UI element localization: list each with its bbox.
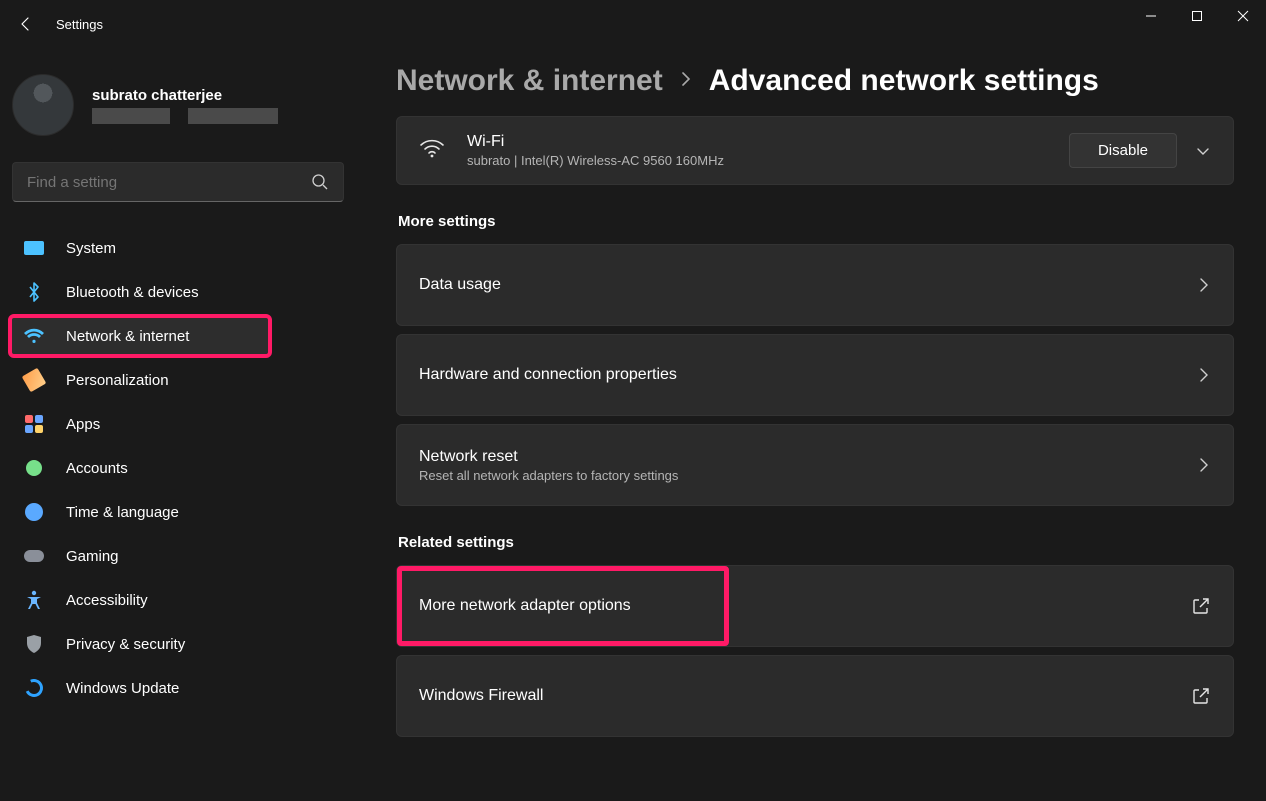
sidebar-item-bluetooth[interactable]: Bluetooth & devices: [10, 272, 350, 312]
avatar: [12, 74, 74, 136]
sidebar-item-windows-update[interactable]: Windows Update: [10, 668, 350, 708]
sidebar-item-network[interactable]: Network & internet: [10, 316, 270, 356]
back-button[interactable]: [18, 16, 34, 32]
sidebar-item-label: System: [66, 240, 116, 257]
sidebar-item-label: Personalization: [66, 372, 169, 389]
chevron-right-icon: [1197, 458, 1211, 472]
search-input[interactable]: [12, 162, 344, 202]
sidebar: subrato chatterjee System Bluetooth & de…: [0, 48, 360, 801]
row-title: Windows Firewall: [419, 687, 543, 705]
shield-icon: [24, 634, 44, 654]
sidebar-item-accessibility[interactable]: Accessibility: [10, 580, 350, 620]
bluetooth-icon: [24, 282, 44, 302]
sidebar-item-gaming[interactable]: Gaming: [10, 536, 350, 576]
sidebar-item-personalization[interactable]: Personalization: [10, 360, 350, 400]
profile-block[interactable]: subrato chatterjee: [10, 74, 350, 136]
page-title: Advanced network settings: [709, 64, 1099, 98]
gaming-icon: [24, 546, 44, 566]
row-network-reset[interactable]: Network reset Reset all network adapters…: [396, 424, 1234, 506]
row-title: More network adapter options: [419, 597, 631, 615]
sidebar-item-label: Accounts: [66, 460, 128, 477]
maximize-button[interactable]: [1174, 0, 1220, 32]
sidebar-item-label: Time & language: [66, 504, 179, 521]
profile-name: subrato chatterjee: [92, 87, 278, 104]
disable-button[interactable]: Disable: [1069, 133, 1177, 168]
sidebar-item-label: Bluetooth & devices: [66, 284, 199, 301]
titlebar: Settings: [0, 0, 1266, 48]
external-link-icon: [1191, 596, 1211, 616]
main-content: Network & internet Advanced network sett…: [396, 64, 1234, 801]
system-icon: [24, 238, 44, 258]
breadcrumb-parent[interactable]: Network & internet: [396, 64, 663, 98]
minimize-button[interactable]: [1128, 0, 1174, 32]
sidebar-item-label: Apps: [66, 416, 100, 433]
accounts-icon: [24, 458, 44, 478]
sidebar-item-label: Windows Update: [66, 680, 179, 697]
wifi-title: Wi-Fi: [467, 133, 724, 151]
sidebar-item-label: Network & internet: [66, 328, 189, 345]
personalization-icon: [24, 370, 44, 390]
breadcrumb: Network & internet Advanced network sett…: [396, 64, 1234, 98]
chevron-right-icon: [679, 72, 693, 91]
related-settings-header: Related settings: [398, 534, 1234, 551]
sidebar-item-accounts[interactable]: Accounts: [10, 448, 350, 488]
row-subtitle: Reset all network adapters to factory se…: [419, 468, 678, 483]
window-controls: [1128, 0, 1266, 32]
chevron-right-icon: [1197, 278, 1211, 292]
chevron-down-icon[interactable]: [1195, 143, 1211, 159]
sidebar-nav: System Bluetooth & devices Network & int…: [10, 228, 350, 708]
sidebar-item-label: Gaming: [66, 548, 119, 565]
sidebar-item-apps[interactable]: Apps: [10, 404, 350, 444]
clock-icon: [24, 502, 44, 522]
sidebar-item-time-language[interactable]: Time & language: [10, 492, 350, 532]
more-settings-header: More settings: [398, 213, 1234, 230]
accessibility-icon: [24, 590, 44, 610]
row-title: Data usage: [419, 276, 501, 294]
wifi-detail: subrato | Intel(R) Wireless-AC 9560 160M…: [467, 153, 724, 168]
close-button[interactable]: [1220, 0, 1266, 32]
row-title: Network reset: [419, 448, 678, 466]
sidebar-item-privacy[interactable]: Privacy & security: [10, 624, 350, 664]
row-title: Hardware and connection properties: [419, 366, 677, 384]
wifi-icon: [24, 326, 44, 346]
row-data-usage[interactable]: Data usage: [396, 244, 1234, 326]
row-hardware-properties[interactable]: Hardware and connection properties: [396, 334, 1234, 416]
profile-subtext: [92, 108, 278, 124]
wifi-adapter-card[interactable]: Wi-Fi subrato | Intel(R) Wireless-AC 956…: [396, 116, 1234, 185]
chevron-right-icon: [1197, 368, 1211, 382]
sidebar-item-label: Privacy & security: [66, 636, 185, 653]
search-field[interactable]: [27, 174, 311, 191]
row-windows-firewall[interactable]: Windows Firewall: [396, 655, 1234, 737]
apps-icon: [24, 414, 44, 434]
external-link-icon: [1191, 686, 1211, 706]
sidebar-item-system[interactable]: System: [10, 228, 350, 268]
update-icon: [24, 678, 44, 698]
row-more-adapter-options[interactable]: More network adapter options: [396, 565, 1234, 647]
search-icon: [311, 173, 329, 191]
wifi-icon: [419, 138, 445, 163]
window-title: Settings: [56, 17, 103, 32]
sidebar-item-label: Accessibility: [66, 592, 148, 609]
